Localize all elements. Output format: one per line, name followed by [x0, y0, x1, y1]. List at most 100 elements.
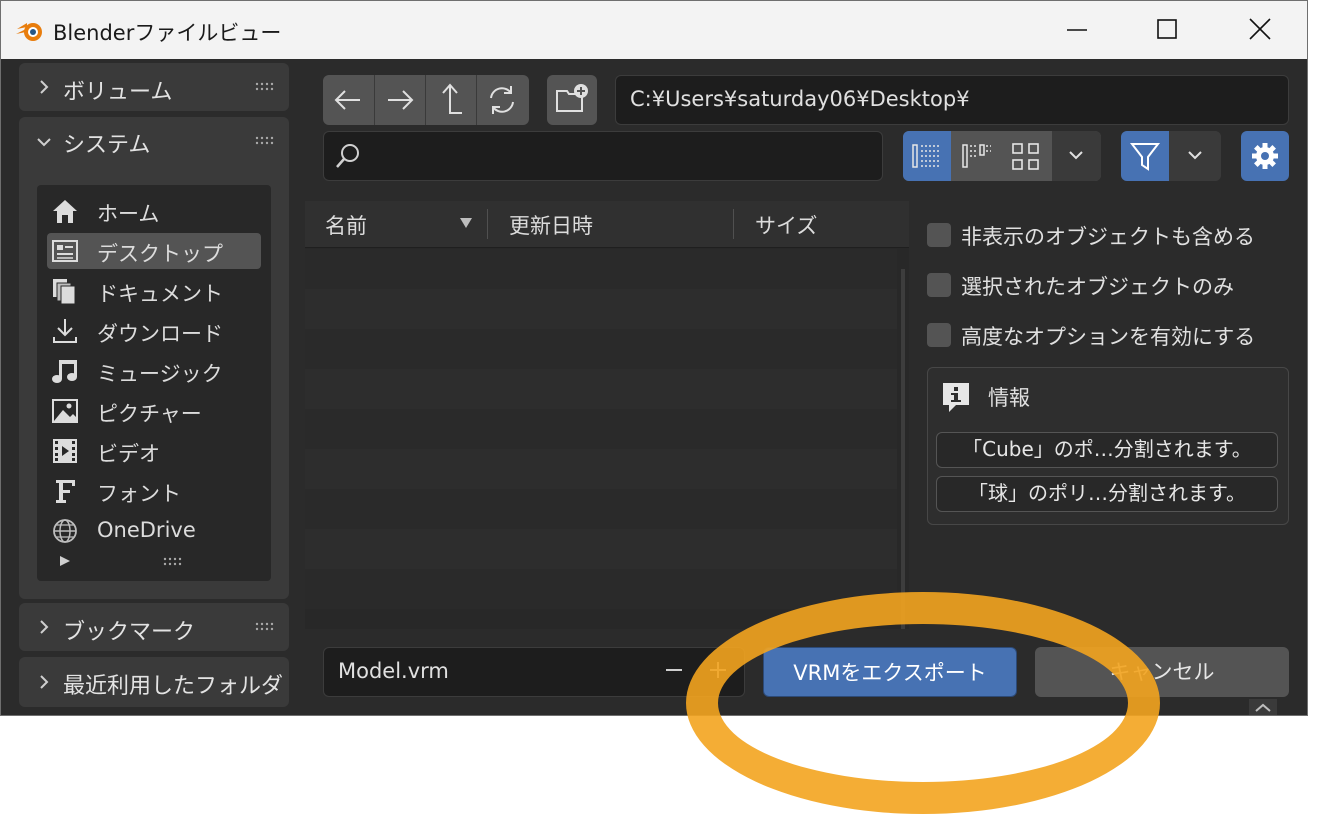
selected-only-checkbox[interactable]: [927, 273, 951, 297]
sidebar-item-pictures[interactable]: ピクチャー: [47, 393, 261, 429]
download-icon: [51, 317, 79, 345]
scrollbar[interactable]: [901, 269, 905, 629]
sidebar-item-documents[interactable]: ドキュメント: [47, 273, 261, 309]
filename-text: Model.vrm: [338, 659, 449, 683]
advanced-label[interactable]: 高度なオプションを有効にする: [961, 321, 1255, 351]
nav-button-group: [323, 75, 529, 125]
sort-descending-icon[interactable]: [459, 217, 473, 229]
list-row[interactable]: [305, 569, 897, 609]
horizontal-list-icon: [962, 144, 991, 168]
directory-path-text: C:¥Users¥saturday06¥Desktop¥: [630, 87, 970, 111]
list-row[interactable]: [305, 489, 897, 529]
column-name[interactable]: 名前: [325, 210, 367, 240]
sidebar-item-label: ドキュメント: [97, 282, 223, 306]
sidebar-item-videos[interactable]: ビデオ: [47, 433, 261, 469]
new-folder-button[interactable]: [547, 75, 597, 125]
back-button[interactable]: [323, 75, 373, 125]
title-bar: Blenderファイルビュー: [1, 1, 1307, 59]
list-row[interactable]: [305, 249, 897, 289]
vertical-list-button[interactable]: [903, 131, 951, 181]
column-divider[interactable]: [733, 209, 734, 239]
options-toggle-button[interactable]: [1241, 131, 1289, 181]
volumes-panel[interactable]: ボリューム: [19, 63, 289, 111]
list-view-icon: [912, 144, 941, 168]
content-area: ボリューム システム ホーム デスクトップ ドキュメント ダウンロード ミュージ…: [1, 59, 1307, 715]
filter-group: [1121, 131, 1221, 181]
picture-icon: [51, 397, 79, 425]
sidebar-item-label: ダウンロード: [97, 322, 223, 346]
triangle-right-icon[interactable]: [59, 555, 71, 567]
search-icon: [332, 140, 364, 172]
sidebar-item-home[interactable]: ホーム: [47, 193, 261, 229]
advanced-checkbox[interactable]: [927, 323, 951, 347]
display-settings-dropdown[interactable]: [1052, 131, 1101, 181]
filter-dropdown[interactable]: [1170, 131, 1221, 181]
volumes-label: ボリューム: [63, 80, 173, 105]
desktop-icon: [51, 237, 79, 265]
maximize-button[interactable]: [1145, 9, 1189, 49]
decrement-filename-button[interactable]: [664, 658, 684, 682]
filter-toggle-button[interactable]: [1121, 131, 1169, 181]
chevron-right-icon: [37, 620, 51, 634]
chevron-down-icon[interactable]: [37, 135, 51, 149]
system-label[interactable]: システム: [63, 127, 150, 159]
include-hidden-checkbox[interactable]: [927, 223, 951, 247]
sidebar-item-fonts[interactable]: フォント: [47, 473, 261, 509]
drag-grip-icon[interactable]: [255, 82, 275, 92]
minus-icon: [666, 669, 682, 671]
list-row[interactable]: [305, 329, 897, 369]
list-row[interactable]: [305, 409, 897, 449]
plus-icon: [710, 662, 726, 678]
selected-only-label[interactable]: 選択されたオブジェクトのみ: [961, 271, 1234, 301]
filename-input[interactable]: Model.vrm: [323, 647, 745, 697]
drag-grip-icon[interactable]: [255, 622, 275, 632]
sidebar-item-label: ビデオ: [97, 442, 160, 466]
include-hidden-label[interactable]: 非表示のオブジェクトも含める: [961, 221, 1255, 251]
minimize-button[interactable]: [1055, 9, 1099, 49]
forward-button[interactable]: [374, 75, 425, 125]
list-row[interactable]: [305, 529, 897, 569]
close-button[interactable]: [1237, 9, 1281, 49]
sidebar-item-label: ミュージック: [97, 362, 223, 386]
file-list[interactable]: 名前 更新日時 サイズ: [305, 201, 909, 629]
sidebar-item-downloads[interactable]: ダウンロード: [47, 313, 261, 349]
column-divider[interactable]: [487, 209, 488, 239]
cancel-button[interactable]: キャンセル: [1035, 647, 1289, 697]
bookmarks-panel[interactable]: ブックマーク: [19, 603, 289, 651]
info-icon: [940, 380, 972, 414]
list-row[interactable]: [305, 369, 897, 409]
info-message[interactable]: 「球」のポリ…分割されます。: [936, 476, 1278, 512]
resize-handle-icon[interactable]: [1249, 699, 1277, 715]
gear-icon: [1252, 143, 1278, 169]
documents-icon: [51, 277, 79, 305]
grid-icon: [1012, 143, 1039, 170]
filter-icon: [1129, 143, 1161, 171]
list-row[interactable]: [305, 449, 897, 489]
info-message[interactable]: 「Cube」のポ…分割されます。: [936, 432, 1278, 468]
recent-label: 最近利用したフォルダ: [63, 674, 284, 699]
drag-grip-icon[interactable]: [255, 136, 275, 146]
horizontal-list-button[interactable]: [952, 131, 1000, 181]
sidebar-item-music[interactable]: ミュージック: [47, 353, 261, 389]
new-folder-icon: [556, 84, 588, 112]
recent-panel[interactable]: 最近利用したフォルダ: [19, 657, 289, 707]
search-input[interactable]: [323, 131, 883, 181]
sidebar-item-onedrive[interactable]: OneDrive: [47, 513, 261, 549]
file-list-header: 名前 更新日時 サイズ: [305, 201, 909, 248]
thumbnails-button[interactable]: [1001, 131, 1051, 181]
blender-logo-icon: [15, 17, 45, 43]
sidebar-item-label: フォント: [97, 482, 181, 506]
display-mode-group: [903, 131, 1101, 181]
parent-directory-button[interactable]: [425, 75, 476, 125]
sidebar-item-desktop[interactable]: デスクトップ: [47, 233, 261, 269]
export-vrm-button[interactable]: VRMをエクスポート: [763, 647, 1017, 697]
system-list: ホーム デスクトップ ドキュメント ダウンロード ミュージック ピクチャー ビデ…: [37, 185, 271, 581]
drag-grip-icon[interactable]: [163, 557, 183, 567]
refresh-button[interactable]: [476, 75, 527, 125]
column-modified[interactable]: 更新日時: [509, 210, 593, 240]
column-size[interactable]: サイズ: [755, 210, 817, 240]
directory-path-input[interactable]: C:¥Users¥saturday06¥Desktop¥: [615, 75, 1289, 125]
increment-filename-button[interactable]: [708, 658, 728, 682]
file-view-window: Blenderファイルビュー ボリューム システム ホーム デスクトップ ドキュ…: [0, 0, 1308, 716]
list-row[interactable]: [305, 289, 897, 329]
